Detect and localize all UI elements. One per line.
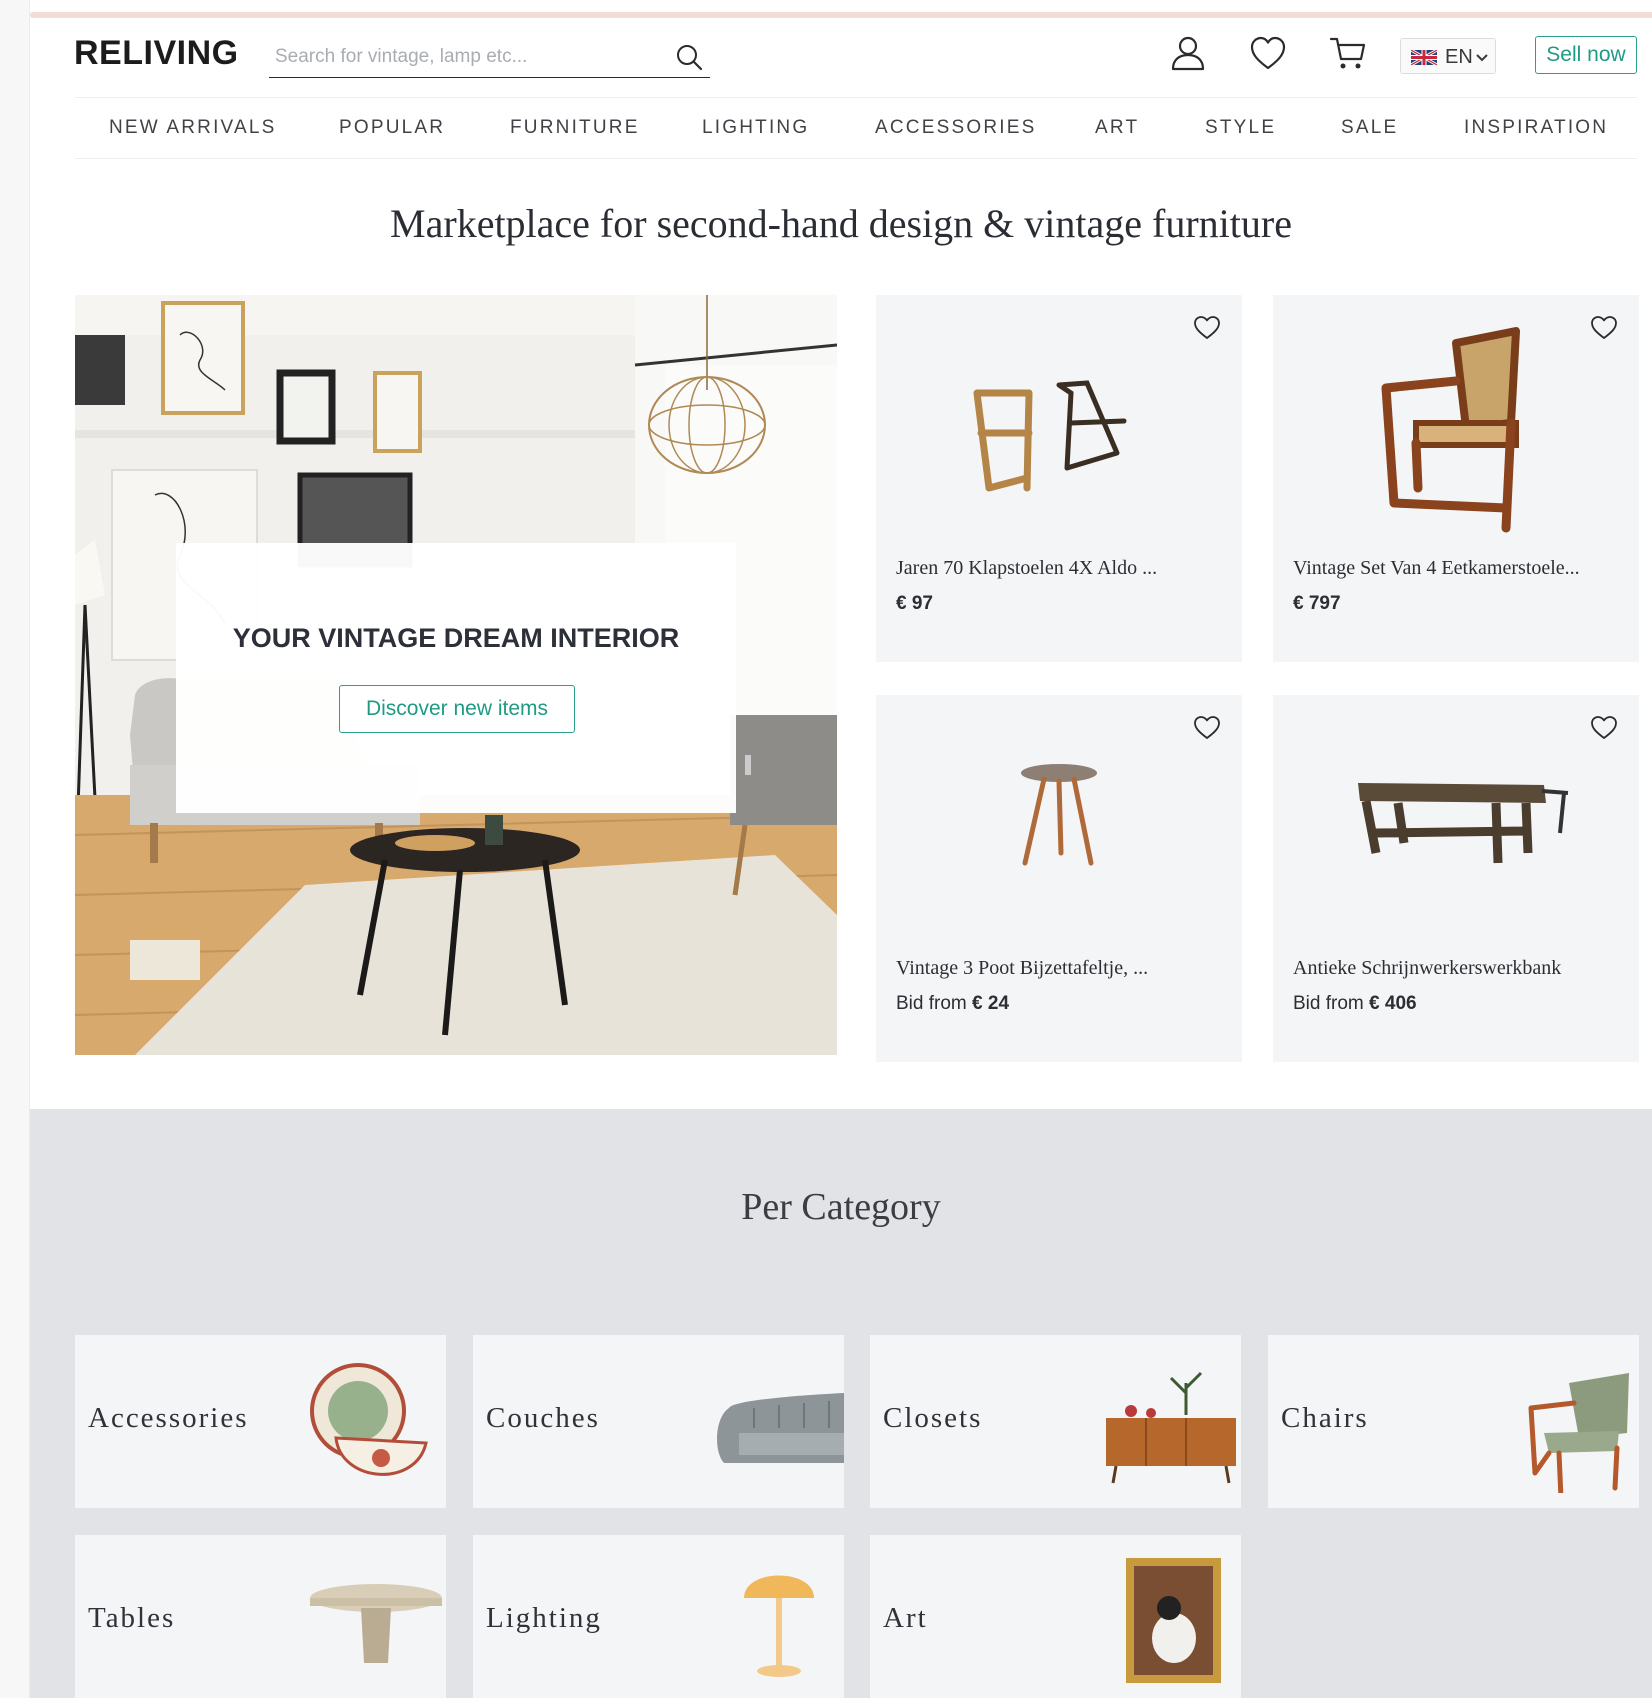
main-navigation: NEW ARRIVALS POPULAR FURNITURE LIGHTING … xyxy=(75,97,1637,159)
category-art[interactable]: Art xyxy=(870,1535,1241,1698)
nav-style[interactable]: STYLE xyxy=(1205,117,1276,139)
nav-sale[interactable]: SALE xyxy=(1341,117,1398,139)
category-accessories[interactable]: Accessories xyxy=(75,1335,446,1508)
category-label: Art xyxy=(883,1602,928,1634)
discover-new-items-button[interactable]: Discover new items xyxy=(339,685,575,733)
category-label: Tables xyxy=(88,1602,176,1634)
table-lamp-image xyxy=(744,1575,814,1677)
hero-title: YOUR VINTAGE DREAM INTERIOR xyxy=(232,623,680,653)
hero-promo-card: YOUR VINTAGE DREAM INTERIOR Discover new… xyxy=(176,543,736,813)
porcelain-cup-image xyxy=(310,1363,428,1476)
product-price: Bid from € 24 xyxy=(896,993,1010,1014)
workbench-image xyxy=(1358,783,1569,864)
product-name: Vintage Set Van 4 Eetkamerstoele... xyxy=(1293,557,1580,579)
category-tables[interactable]: Tables xyxy=(75,1535,446,1698)
product-price: Bid from € 406 xyxy=(1293,993,1417,1014)
favorite-heart-icon[interactable] xyxy=(1589,713,1619,741)
product-name: Jaren 70 Klapstoelen 4X Aldo ... xyxy=(896,557,1158,579)
category-section: Per Category Accessories Couches Closets xyxy=(30,1109,1652,1698)
nav-popular[interactable]: POPULAR xyxy=(339,117,445,139)
nav-furniture[interactable]: FURNITURE xyxy=(510,117,640,139)
account-icon[interactable] xyxy=(1167,32,1209,74)
hero-banner[interactable]: YOUR VINTAGE DREAM INTERIOR Discover new… xyxy=(75,295,837,1055)
sell-now-button[interactable]: Sell now xyxy=(1535,36,1637,74)
category-label: Chairs xyxy=(1281,1402,1369,1434)
cane-armchair-image xyxy=(1381,327,1520,533)
category-section-title: Per Category xyxy=(741,1186,941,1228)
product-price: € 797 xyxy=(1293,593,1341,614)
product-name: Vintage 3 Poot Bijzettafeltje, ... xyxy=(896,957,1149,979)
product-card[interactable]: Jaren 70 Klapstoelen 4X Aldo ... € 97 xyxy=(876,295,1242,662)
language-code: EN xyxy=(1445,46,1473,68)
category-label: Accessories xyxy=(88,1402,249,1434)
favorite-heart-icon[interactable] xyxy=(1589,313,1619,341)
folding-chairs-image xyxy=(973,380,1127,492)
search-bar xyxy=(269,34,710,78)
product-card[interactable]: Vintage Set Van 4 Eetkamerstoele... € 79… xyxy=(1273,295,1639,662)
product-card[interactable]: Vintage 3 Poot Bijzettafeltje, ... Bid f… xyxy=(876,695,1242,1062)
left-gutter xyxy=(0,0,30,1698)
nav-lighting[interactable]: LIGHTING xyxy=(702,117,809,139)
dog-painting-image xyxy=(1126,1558,1221,1683)
site-logo[interactable]: RELIVING xyxy=(74,34,239,73)
category-closets[interactable]: Closets xyxy=(870,1335,1241,1508)
uk-flag-icon xyxy=(1410,48,1438,67)
product-price: € 97 xyxy=(896,593,933,614)
category-chairs[interactable]: Chairs xyxy=(1268,1335,1639,1508)
wishlist-heart-icon[interactable] xyxy=(1247,32,1289,74)
product-card[interactable]: Antieke Schrijnwerkerswerkbank Bid from … xyxy=(1273,695,1639,1062)
favorite-heart-icon[interactable] xyxy=(1192,313,1222,341)
nav-new-arrivals[interactable]: NEW ARRIVALS xyxy=(109,117,277,139)
product-name: Antieke Schrijnwerkerswerkbank xyxy=(1293,957,1562,979)
nav-accessories[interactable]: ACCESSORIES xyxy=(875,117,1036,139)
favorite-heart-icon[interactable] xyxy=(1192,713,1222,741)
language-selector[interactable]: EN xyxy=(1400,38,1496,74)
cart-icon[interactable] xyxy=(1327,32,1369,74)
page-headline: Marketplace for second-hand design & vin… xyxy=(390,201,1292,246)
nav-inspiration[interactable]: INSPIRATION xyxy=(1464,117,1608,139)
category-label: Lighting xyxy=(486,1602,602,1634)
side-table-image xyxy=(1021,764,1097,866)
search-input[interactable] xyxy=(275,44,655,70)
category-lighting[interactable]: Lighting xyxy=(473,1535,844,1698)
category-label: Couches xyxy=(486,1402,600,1434)
search-icon[interactable] xyxy=(674,42,704,72)
armchair-image xyxy=(1528,1373,1629,1493)
category-label: Closets xyxy=(883,1402,983,1434)
chesterfield-couch-image xyxy=(717,1393,844,1463)
category-couches[interactable]: Couches xyxy=(473,1335,844,1508)
chevron-down-icon xyxy=(1475,51,1489,63)
nav-art[interactable]: ART xyxy=(1095,117,1139,139)
travertine-table-image xyxy=(310,1584,442,1663)
site-header: RELIVING EN Sell now xyxy=(30,18,1652,98)
sideboard-image xyxy=(1106,1371,1236,1484)
